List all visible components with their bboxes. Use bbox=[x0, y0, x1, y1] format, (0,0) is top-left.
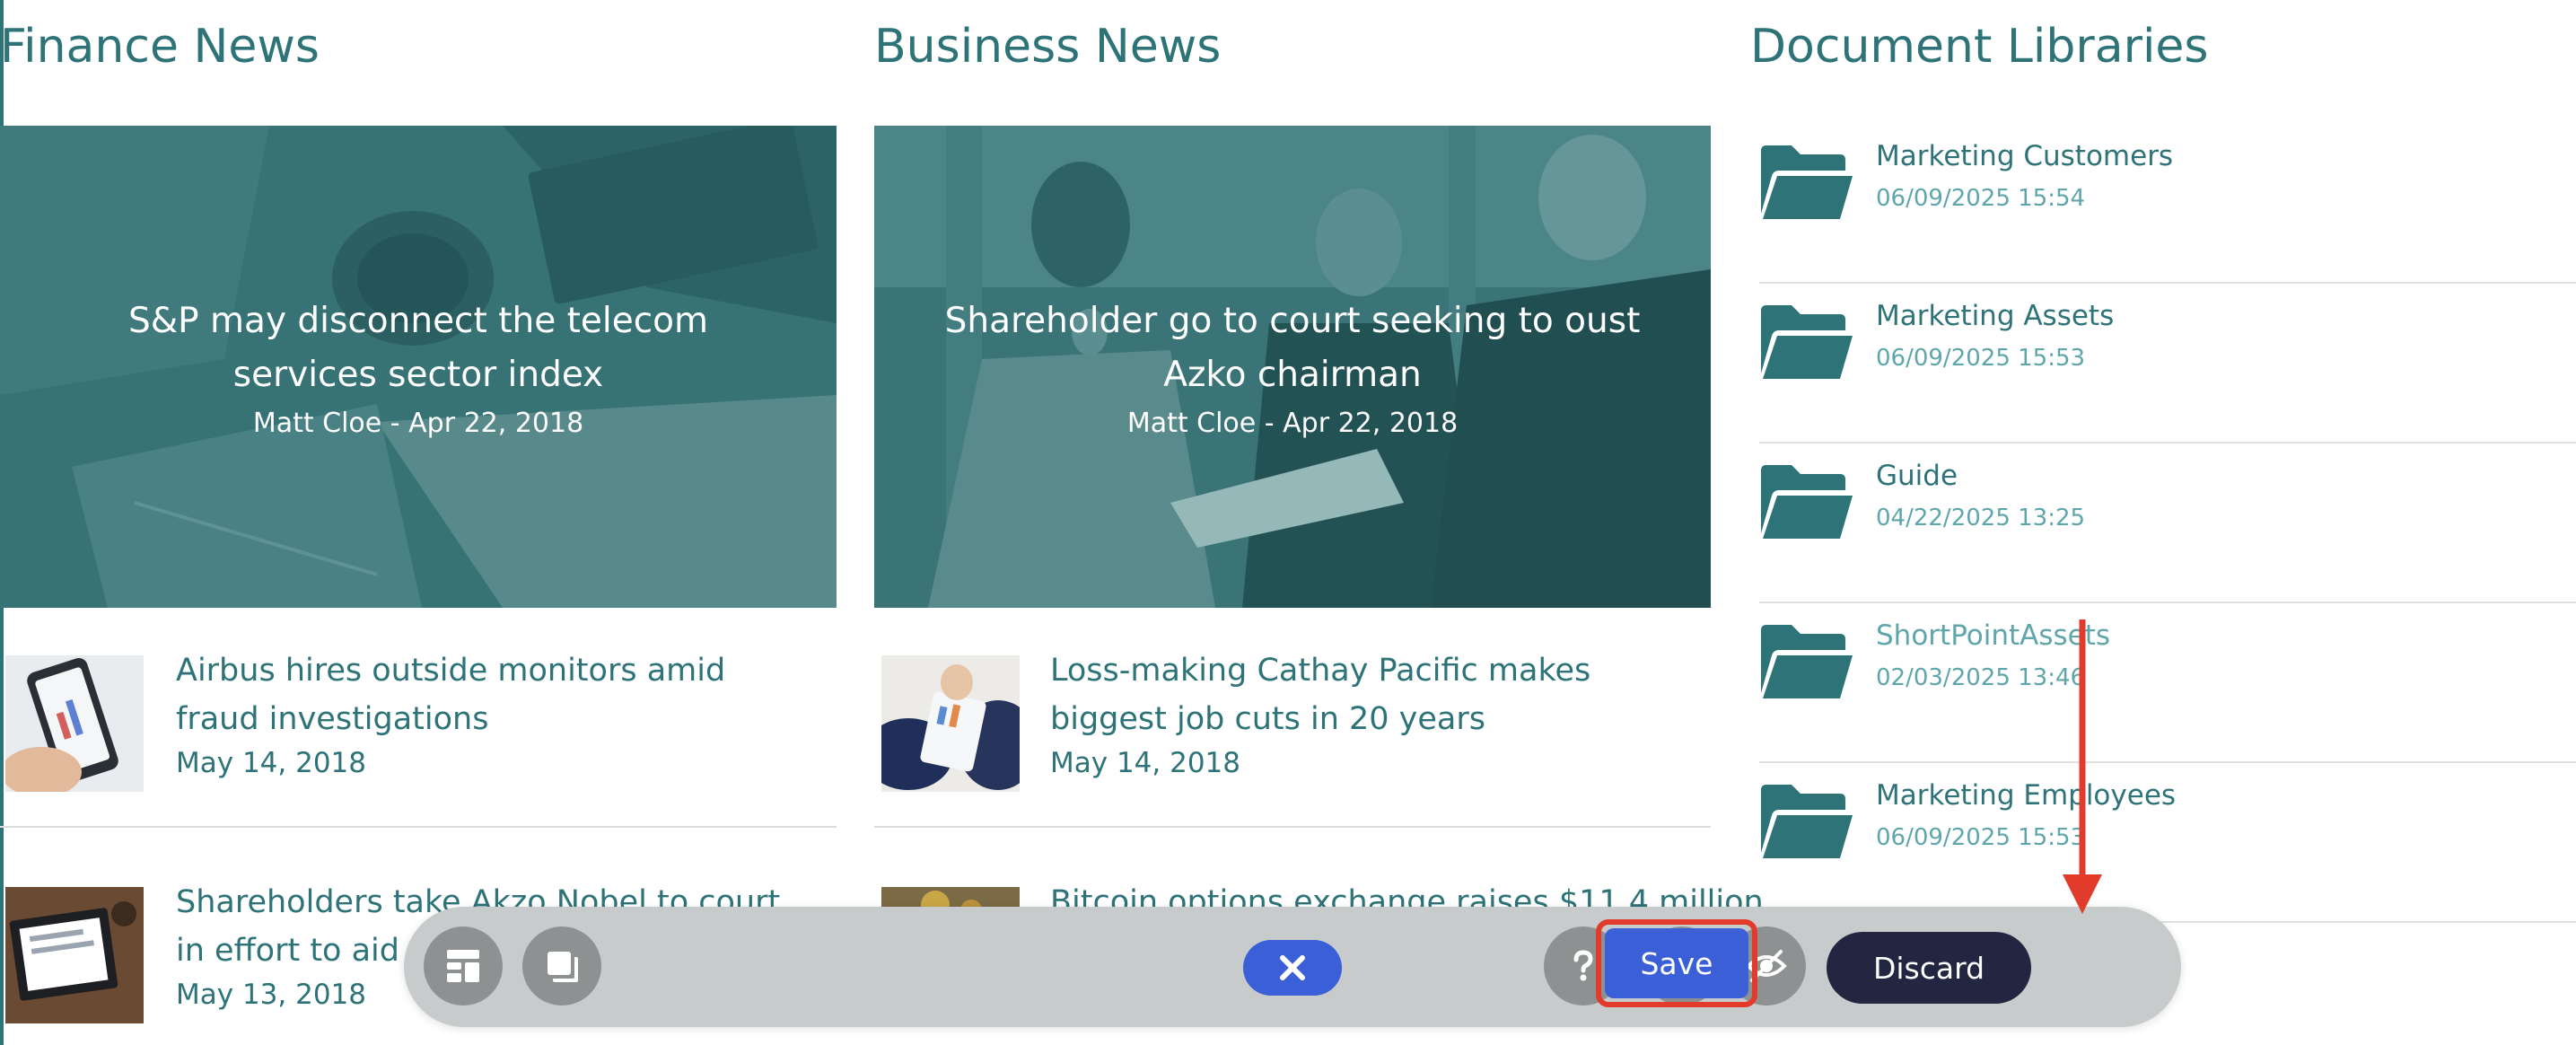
editor-toolbar: Discard bbox=[404, 907, 2181, 1027]
library-name[interactable]: ShortPointAssets bbox=[1876, 619, 2110, 652]
article-date: May 14, 2018 bbox=[1050, 747, 1240, 779]
article-thumbnail bbox=[5, 655, 144, 792]
article-date: May 13, 2018 bbox=[176, 979, 366, 1011]
article-thumbnail bbox=[881, 655, 1020, 792]
business-hero-title[interactable]: Shareholder go to court seeking to oust … bbox=[928, 294, 1657, 402]
library-item[interactable]: Marketing Assets 06/09/2025 15:53 bbox=[1750, 285, 2576, 443]
copy-button[interactable] bbox=[522, 926, 601, 1005]
library-name[interactable]: Marketing Customers bbox=[1876, 140, 2173, 172]
list-item[interactable]: Airbus hires outside monitors amid fraud… bbox=[0, 653, 837, 808]
divider bbox=[0, 826, 837, 828]
folder-icon bbox=[1761, 785, 1853, 858]
library-date: 06/09/2025 15:53 bbox=[1876, 824, 2086, 851]
divider bbox=[1759, 761, 2576, 763]
library-date: 06/09/2025 15:53 bbox=[1876, 345, 2086, 372]
discard-button[interactable]: Discard bbox=[1827, 932, 2031, 1004]
library-date: 02/03/2025 13:46 bbox=[1876, 664, 2086, 691]
close-icon bbox=[1280, 955, 1305, 980]
library-name[interactable]: Marketing Employees bbox=[1876, 779, 2176, 812]
copy-icon bbox=[548, 952, 578, 982]
library-date: 06/09/2025 15:54 bbox=[1876, 185, 2086, 212]
business-hero-card[interactable]: Shareholder go to court seeking to oust … bbox=[874, 126, 1711, 608]
folder-icon bbox=[1761, 465, 1853, 539]
library-item[interactable]: Guide 04/22/2025 13:25 bbox=[1750, 445, 2576, 603]
business-hero-caption: Shareholder go to court seeking to oust … bbox=[874, 294, 1711, 443]
library-item[interactable]: ShortPointAssets 02/03/2025 13:46 bbox=[1750, 605, 2576, 763]
close-button[interactable] bbox=[1243, 940, 1342, 996]
finance-hero-card[interactable]: S&P may disconnect the telecom services … bbox=[0, 126, 837, 608]
library-date: 04/22/2025 13:25 bbox=[1876, 505, 2086, 531]
finance-news-title: Finance News bbox=[0, 20, 320, 74]
finance-hero-caption: S&P may disconnect the telecom services … bbox=[0, 294, 837, 443]
folder-icon bbox=[1761, 145, 1853, 219]
library-item[interactable]: Marketing Employees 06/09/2025 15:53 bbox=[1750, 765, 2576, 923]
divider bbox=[1759, 282, 2576, 284]
folder-icon bbox=[1761, 305, 1853, 379]
save-button[interactable]: Save bbox=[1605, 928, 1748, 998]
document-libraries-title: Document Libraries bbox=[1750, 20, 2209, 74]
article-title[interactable]: Loss-making Cathay Pacific makes biggest… bbox=[1050, 646, 1678, 743]
business-news-title: Business News bbox=[874, 20, 1222, 74]
folder-icon bbox=[1761, 625, 1853, 698]
layout-icon bbox=[447, 950, 479, 982]
layout-button[interactable] bbox=[424, 926, 503, 1005]
finance-hero-title[interactable]: S&P may disconnect the telecom services … bbox=[54, 294, 783, 402]
article-date: May 14, 2018 bbox=[176, 747, 366, 779]
article-thumbnail bbox=[5, 887, 144, 1023]
library-item[interactable]: Marketing Customers 06/09/2025 15:54 bbox=[1750, 126, 2576, 284]
divider bbox=[874, 826, 1711, 828]
divider bbox=[1759, 442, 2576, 443]
library-name[interactable]: Guide bbox=[1876, 460, 1958, 492]
finance-hero-meta: Matt Cloe - Apr 22, 2018 bbox=[252, 408, 584, 439]
library-name[interactable]: Marketing Assets bbox=[1876, 300, 2114, 332]
business-hero-meta: Matt Cloe - Apr 22, 2018 bbox=[1126, 408, 1459, 439]
divider bbox=[1759, 602, 2576, 603]
list-item[interactable]: Loss-making Cathay Pacific makes biggest… bbox=[874, 653, 1711, 808]
article-title[interactable]: Airbus hires outside monitors amid fraud… bbox=[176, 646, 804, 743]
